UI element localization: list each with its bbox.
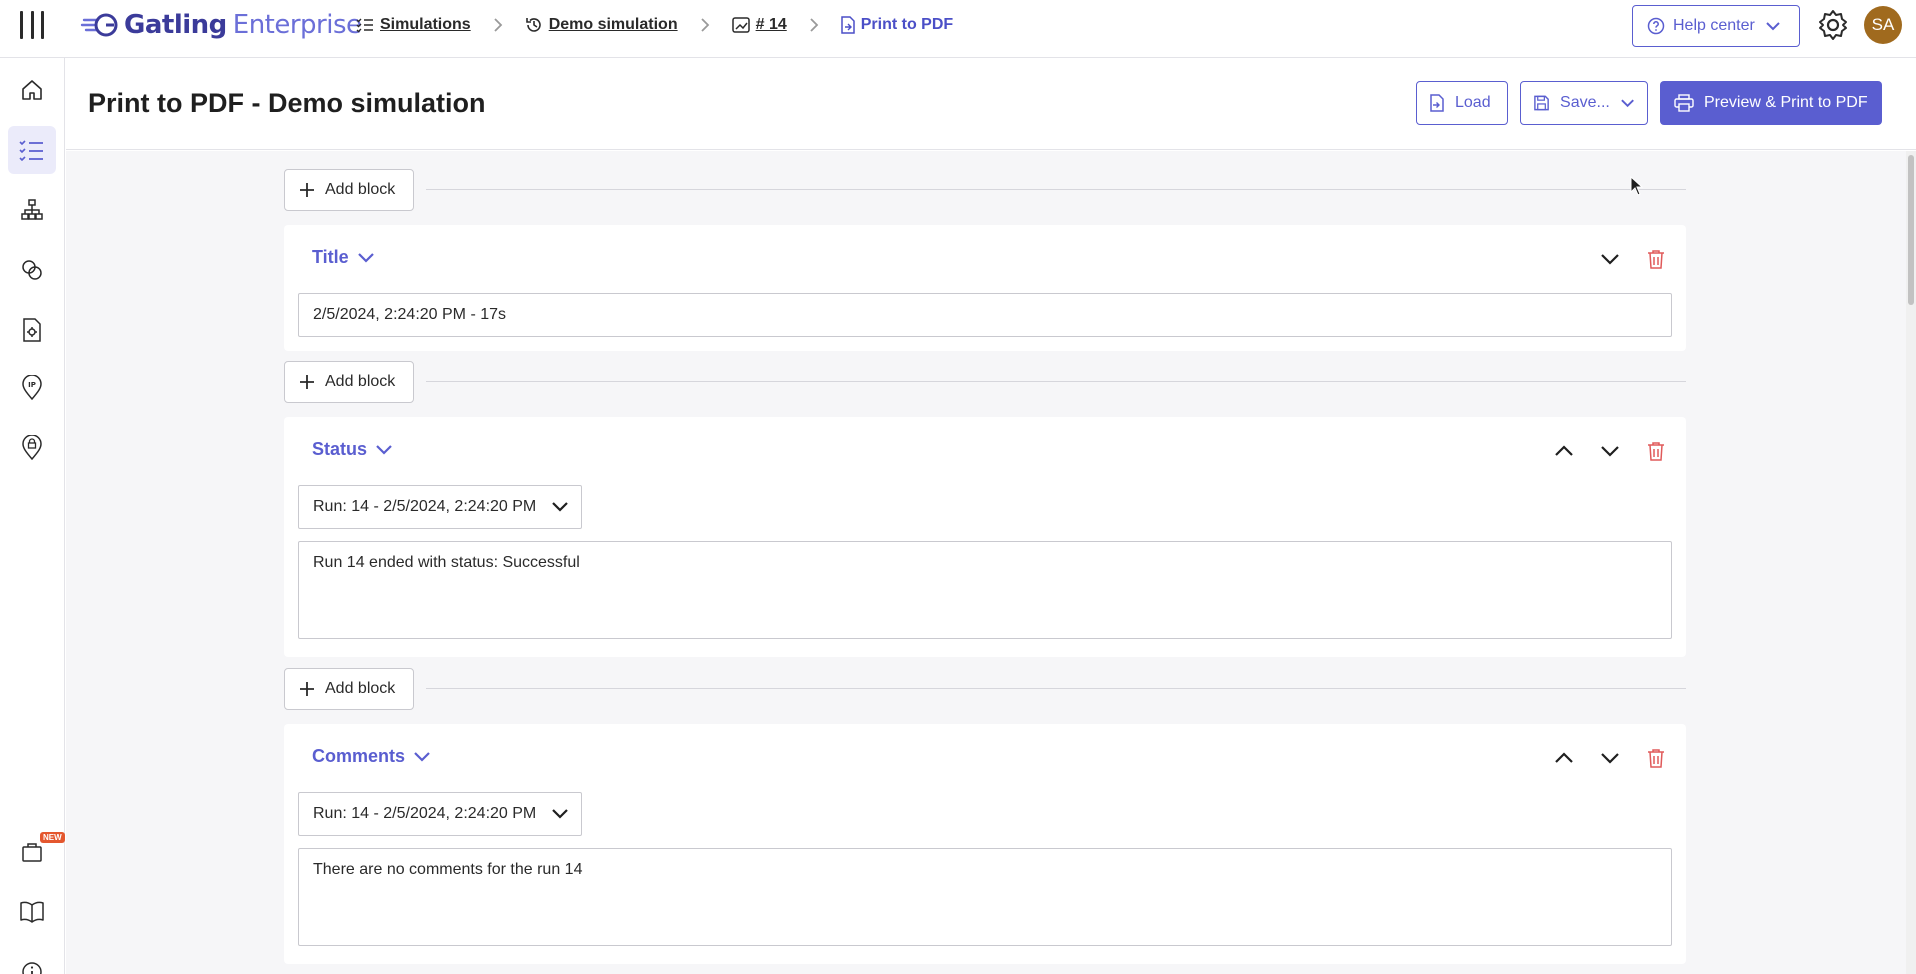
printer-icon [1674,94,1694,112]
delete-block-button[interactable] [1644,746,1668,770]
add-block-row: Add block [284,361,1686,403]
trash-icon [1648,749,1664,768]
locations-icon[interactable] [8,424,56,472]
block-type-selector[interactable]: Comments [312,746,431,767]
scrollbar-thumb[interactable] [1908,155,1914,305]
move-up-button[interactable] [1552,746,1576,770]
status-block: Status Run: 14 - 2/5/2024, 2:24:20 PM Ru… [284,417,1686,657]
delete-block-button[interactable] [1644,439,1668,463]
trash-icon [1648,250,1664,269]
run-select[interactable]: Run: 14 - 2/5/2024, 2:24:20 PM [298,792,582,836]
chevron-down-icon [414,751,430,762]
docs-icon[interactable] [8,888,56,936]
report-icon [731,17,750,33]
top-bar: Gatling Enterprise Simulations Demo simul… [0,0,1916,58]
block-type-selector[interactable]: Title [312,247,375,268]
chevron-down-icon [552,502,568,512]
chevron-down-icon [1766,22,1780,31]
private-locations-icon[interactable] [8,306,56,354]
history-icon [525,18,541,32]
breadcrumb: Simulations Demo simulation # 14 Print t… [356,14,953,36]
save-icon [1534,95,1549,111]
new-badge: NEW [40,832,65,843]
add-block-row: Add block [284,668,1686,710]
delete-block-button[interactable] [1644,247,1668,271]
add-block-button[interactable]: Add block [284,668,414,710]
document-icon [840,16,855,34]
breadcrumb-print-to-pdf[interactable]: Print to PDF [840,16,953,34]
list-icon [356,18,373,33]
teams-icon[interactable] [8,186,56,234]
divider [426,381,1686,382]
plus-icon [300,375,314,389]
breadcrumb-run[interactable]: # 14 [731,16,787,34]
logo-gatling: Gatling [124,10,227,40]
chevron-up-icon [1555,445,1573,456]
comments-textarea[interactable]: There are no comments for the run 14 [298,848,1672,946]
breadcrumb-simulations[interactable]: Simulations [356,16,471,34]
divider [426,189,1686,190]
chevron-down-icon [1621,99,1634,108]
comments-block: Comments Run: 14 - 2/5/2024, 2:24:20 PM … [284,724,1686,964]
help-center-button[interactable]: Help center [1632,5,1800,47]
move-down-button[interactable] [1598,247,1622,271]
packages-icon[interactable] [8,246,56,294]
move-down-button[interactable] [1598,746,1622,770]
chevron-down-icon [1601,446,1619,457]
chevron-up-icon [1555,752,1573,763]
menu-icon[interactable] [20,11,44,39]
sidebar: IP NEW [0,58,65,974]
load-button[interactable]: Load [1416,81,1508,125]
chevron-down-icon [1601,254,1619,265]
help-icon [1647,17,1665,35]
run-select[interactable]: Run: 14 - 2/5/2024, 2:24:20 PM [298,485,582,529]
title-input[interactable]: 2/5/2024, 2:24:20 PM - 17s [298,293,1672,337]
svg-text:IP: IP [28,381,36,389]
chevron-right-icon [809,17,819,33]
app-logo[interactable]: Gatling Enterprise [80,10,362,40]
move-down-button[interactable] [1598,439,1622,463]
plus-icon [300,682,314,696]
chevron-down-icon [376,444,392,455]
file-import-icon [1430,94,1444,112]
chevron-right-icon [493,17,503,33]
releases-icon[interactable]: NEW [8,828,65,876]
save-button[interactable]: Save... [1520,81,1648,125]
add-block-row: Add block [284,169,1686,211]
chevron-down-icon [1601,753,1619,764]
ip-icon[interactable]: IP [8,364,56,412]
info-icon[interactable] [8,948,56,974]
trash-icon [1648,442,1664,461]
simulations-icon[interactable] [8,126,56,174]
chevron-down-icon [357,252,374,263]
page-title: Print to PDF - Demo simulation [88,88,486,118]
preview-print-pdf-button[interactable]: Preview & Print to PDF [1660,81,1882,125]
status-textarea[interactable]: Run 14 ended with status: Successful [298,541,1672,639]
add-block-button[interactable]: Add block [284,169,414,211]
logo-enterprise: Enterprise [232,10,362,40]
scrollbar[interactable] [1906,151,1916,974]
gear-icon[interactable] [1816,8,1850,47]
page-header: Print to PDF - Demo simulation Load Save… [66,58,1916,150]
add-block-button[interactable]: Add block [284,361,414,403]
move-up-button[interactable] [1552,439,1576,463]
avatar[interactable]: SA [1864,6,1902,44]
mouse-cursor-icon [1630,175,1644,201]
editor-content: Add block Title 2/5/2024, 2:24:20 PM - 1… [66,151,1906,974]
chevron-right-icon [700,17,710,33]
plus-icon [300,183,314,197]
gatling-logo-icon [80,13,118,37]
breadcrumb-demo-simulation[interactable]: Demo simulation [525,16,678,34]
home-icon[interactable] [8,66,56,114]
block-type-selector[interactable]: Status [312,439,393,460]
title-block: Title 2/5/2024, 2:24:20 PM - 17s [284,225,1686,351]
divider [426,688,1686,689]
chevron-down-icon [552,809,568,819]
